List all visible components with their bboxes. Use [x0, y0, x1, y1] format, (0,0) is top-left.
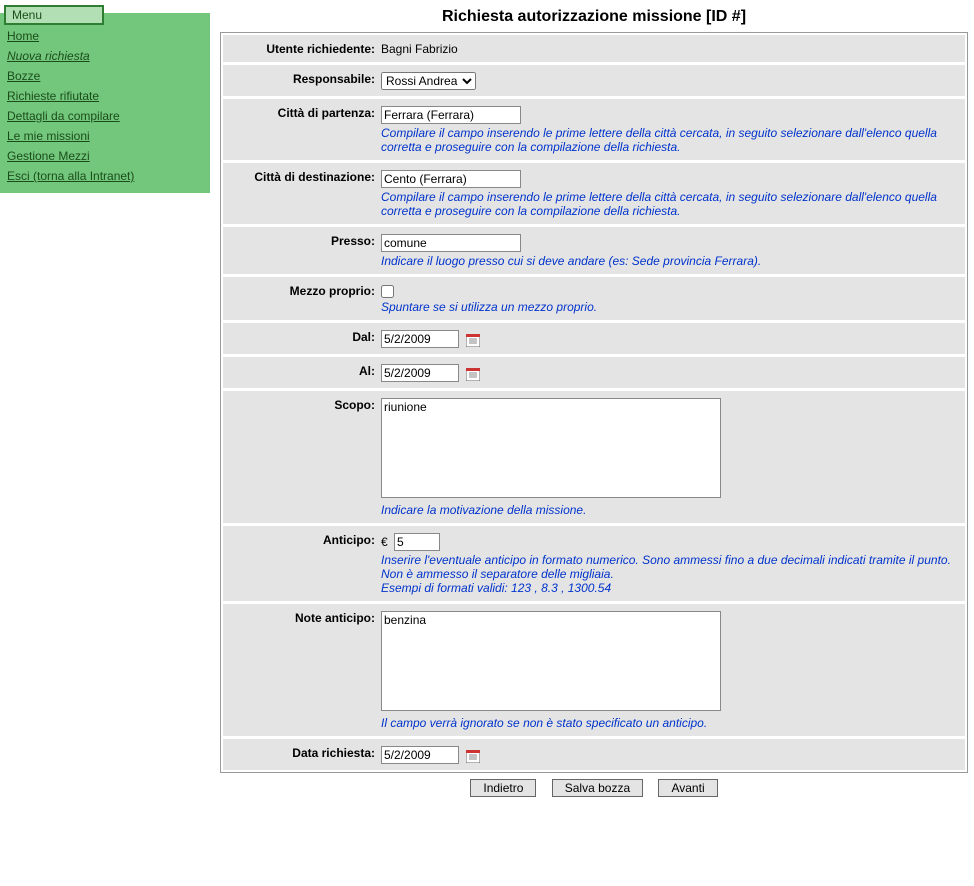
- textarea-note[interactable]: [381, 611, 721, 711]
- button-row: Indietro Salva bozza Avanti: [220, 773, 968, 803]
- menu-item-home[interactable]: Home: [7, 26, 203, 46]
- label-partenza: Città di partenza:: [223, 105, 381, 120]
- input-anticipo[interactable]: [394, 533, 440, 551]
- menu-item-mie-missioni[interactable]: Le mie missioni: [7, 126, 203, 146]
- calendar-icon[interactable]: [466, 368, 480, 381]
- hint-partenza: Compilare il campo inserendo le prime le…: [381, 126, 959, 154]
- menu-item-richieste-rifiutate[interactable]: Richieste rifiutate: [7, 86, 203, 106]
- label-data: Data richiesta:: [223, 745, 381, 760]
- label-al: Al:: [223, 363, 381, 378]
- menu-item-nuova-richiesta[interactable]: Nuova richiesta: [7, 46, 203, 66]
- label-dal: Dal:: [223, 329, 381, 344]
- label-utente: Utente richiedente:: [223, 41, 381, 56]
- input-partenza[interactable]: [381, 106, 521, 124]
- hint-anticipo: Inserire l'eventuale anticipo in formato…: [381, 553, 959, 595]
- menu-item-dettagli[interactable]: Dettagli da compilare: [7, 106, 203, 126]
- label-presso: Presso:: [223, 233, 381, 248]
- sidebar-title: Menu: [4, 5, 104, 25]
- next-button[interactable]: Avanti: [658, 779, 717, 797]
- label-mezzo: Mezzo proprio:: [223, 283, 381, 298]
- save-draft-button[interactable]: Salva bozza: [552, 779, 643, 797]
- calendar-icon[interactable]: [466, 334, 480, 347]
- label-destinazione: Città di destinazione:: [223, 169, 381, 184]
- input-al[interactable]: [381, 364, 459, 382]
- hint-mezzo: Spuntare se si utilizza un mezzo proprio…: [381, 300, 959, 314]
- page-title: Richiesta autorizzazione missione [ID #]: [220, 0, 968, 32]
- menu-item-esci[interactable]: Esci (torna alla Intranet): [7, 166, 203, 186]
- form-container: Utente richiedente: Bagni Fabrizio Respo…: [220, 32, 968, 773]
- input-presso[interactable]: [381, 234, 521, 252]
- label-scopo: Scopo:: [223, 397, 381, 412]
- hint-destinazione: Compilare il campo inserendo le prime le…: [381, 190, 959, 218]
- hint-scopo: Indicare la motivazione della missione.: [381, 503, 959, 517]
- menu-item-gestione-mezzi[interactable]: Gestione Mezzi: [7, 146, 203, 166]
- back-button[interactable]: Indietro: [470, 779, 536, 797]
- input-data[interactable]: [381, 746, 459, 764]
- label-note: Note anticipo:: [223, 610, 381, 625]
- checkbox-mezzo[interactable]: [381, 285, 394, 298]
- input-destinazione[interactable]: [381, 170, 521, 188]
- value-utente: Bagni Fabrizio: [381, 41, 959, 56]
- hint-note: Il campo verrà ignorato se non è stato s…: [381, 716, 959, 730]
- label-anticipo: Anticipo:: [223, 532, 381, 547]
- sidebar-menu: Menu Home Nuova richiesta Bozze Richiest…: [0, 13, 210, 193]
- menu-item-bozze[interactable]: Bozze: [7, 66, 203, 86]
- hint-presso: Indicare il luogo presso cui si deve and…: [381, 254, 959, 268]
- input-dal[interactable]: [381, 330, 459, 348]
- textarea-scopo[interactable]: [381, 398, 721, 498]
- calendar-icon[interactable]: [466, 750, 480, 763]
- label-responsabile: Responsabile:: [223, 71, 381, 86]
- select-responsabile[interactable]: Rossi Andrea: [381, 72, 476, 90]
- currency-symbol: €: [381, 535, 388, 549]
